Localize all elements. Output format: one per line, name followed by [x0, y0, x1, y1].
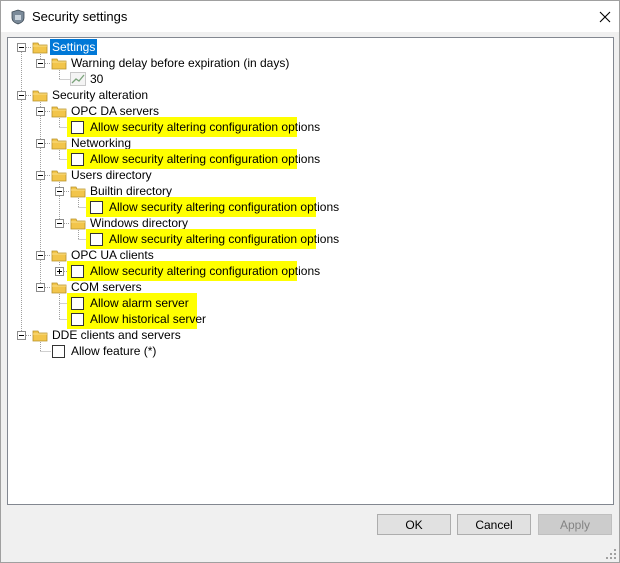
- folder-icon: [32, 42, 48, 54]
- builtin-allow-label[interactable]: Allow security altering configuration op…: [107, 199, 341, 215]
- ok-button[interactable]: OK: [377, 514, 451, 535]
- collapse-settings-toggle[interactable]: [17, 43, 26, 52]
- settings-tree[interactable]: Settings Warning delay before expiration…: [7, 37, 614, 505]
- tree-node-users-directory[interactable]: Users directory: [69, 167, 154, 183]
- cancel-button[interactable]: Cancel: [457, 514, 531, 535]
- folder-icon: [51, 170, 67, 182]
- folder-icon: [32, 90, 48, 102]
- dde-allow-label[interactable]: Allow feature (*): [69, 343, 158, 359]
- com-alarm-checkbox[interactable]: [71, 297, 84, 310]
- collapse-com-servers-toggle[interactable]: [36, 283, 45, 292]
- close-button[interactable]: [590, 1, 619, 32]
- com-alarm-label[interactable]: Allow alarm server: [88, 295, 191, 311]
- dde-allow-checkbox[interactable]: [52, 345, 65, 358]
- collapse-dde-toggle[interactable]: [17, 331, 26, 340]
- security-shield-icon: [10, 9, 26, 25]
- collapse-networking-toggle[interactable]: [36, 139, 45, 148]
- collapse-users-directory-toggle[interactable]: [36, 171, 45, 180]
- opc-da-allow-checkbox[interactable]: [71, 121, 84, 134]
- opc-ua-allow-checkbox[interactable]: [71, 265, 84, 278]
- com-historical-checkbox[interactable]: [71, 313, 84, 326]
- window-title: Security settings: [32, 9, 128, 24]
- expand-opc-ua-allow-toggle[interactable]: [55, 267, 64, 276]
- security-settings-dialog: Security settings Settings Warning delay…: [0, 0, 620, 563]
- collapse-windows-directory-toggle[interactable]: [55, 219, 64, 228]
- windows-allow-label[interactable]: Allow security altering configuration op…: [107, 231, 341, 247]
- folder-icon: [51, 250, 67, 262]
- chart-value-icon: [70, 72, 86, 86]
- com-historical-label[interactable]: Allow historical server: [88, 311, 208, 327]
- close-icon: [599, 11, 610, 22]
- networking-allow-label[interactable]: Allow security altering configuration op…: [88, 151, 322, 167]
- folder-icon: [51, 106, 67, 118]
- folder-icon: [70, 186, 86, 198]
- folder-icon: [70, 218, 86, 230]
- builtin-allow-checkbox[interactable]: [90, 201, 103, 214]
- networking-allow-checkbox[interactable]: [71, 153, 84, 166]
- folder-icon: [51, 138, 67, 150]
- folder-icon: [51, 282, 67, 294]
- opc-ua-allow-label[interactable]: Allow security altering configuration op…: [88, 263, 322, 279]
- folder-icon: [51, 58, 67, 70]
- tree-node-security-alteration[interactable]: Security alteration: [50, 87, 150, 103]
- collapse-security-alteration-toggle[interactable]: [17, 91, 26, 100]
- tree-node-settings[interactable]: Settings: [50, 39, 98, 55]
- resize-grip-icon[interactable]: [605, 548, 617, 560]
- collapse-opc-da-toggle[interactable]: [36, 107, 45, 116]
- tree-node-warning-delay[interactable]: Warning delay before expiration (in days…: [69, 55, 291, 71]
- title-bar: Security settings: [1, 1, 619, 32]
- windows-allow-checkbox[interactable]: [90, 233, 103, 246]
- apply-button[interactable]: Apply: [538, 514, 612, 535]
- collapse-builtin-directory-toggle[interactable]: [55, 187, 64, 196]
- tree-node-dde[interactable]: DDE clients and servers: [50, 327, 183, 343]
- folder-icon: [32, 330, 48, 342]
- opc-da-allow-label[interactable]: Allow security altering configuration op…: [88, 119, 322, 135]
- tree-node-warning-value[interactable]: 30: [88, 71, 105, 87]
- collapse-warning-delay-toggle[interactable]: [36, 59, 45, 68]
- collapse-opc-ua-toggle[interactable]: [36, 251, 45, 260]
